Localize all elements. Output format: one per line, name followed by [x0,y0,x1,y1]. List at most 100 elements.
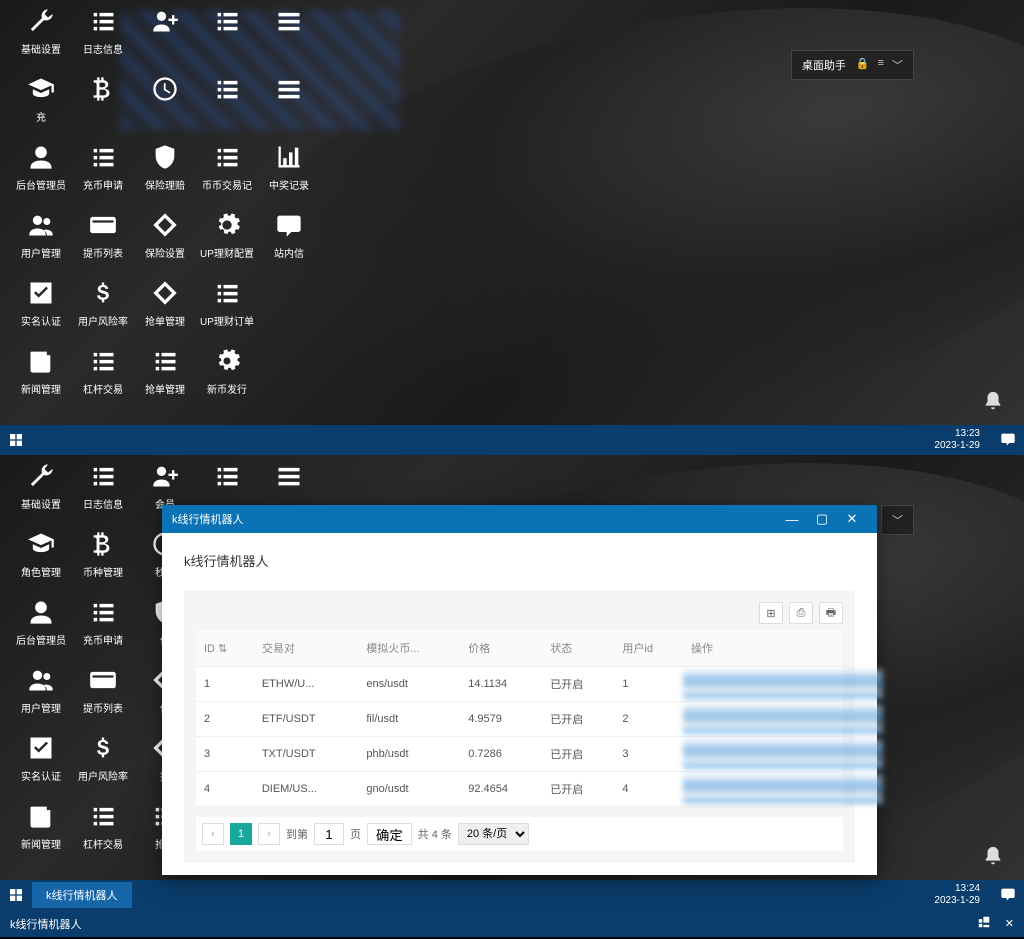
col-header[interactable]: 状态 [542,630,614,667]
desktop-icon-实名认证[interactable]: 实名认证 [10,732,72,796]
bell-icon[interactable] [982,390,1004,415]
desktop-icon-实名认证[interactable]: 实名认证 [10,277,72,341]
desktop-icon-2[interactable] [134,5,196,69]
maximize-button[interactable]: ▢ [807,511,837,527]
row-actions[interactable] [683,702,843,737]
desktop-icon-抢单管理[interactable]: 抢单管理 [134,277,196,341]
desktop-icon-后台管理员[interactable]: 后台管理员 [10,141,72,205]
desktop-icon-保险设置[interactable]: 保险设置 [134,209,196,273]
pager-size-select[interactable]: 20 条/页 [458,823,529,845]
pager-goto-input[interactable] [314,823,344,845]
window-subbar: k线行情机器人 ✕ [0,910,1024,937]
pager-confirm[interactable]: 确定 [367,823,412,845]
col-header[interactable]: 用户id [614,630,683,667]
desktop-icon-6[interactable] [72,73,134,137]
start-button[interactable] [8,886,26,904]
menu-icon[interactable]: ≡ [878,57,884,73]
users-icon [25,664,57,696]
desktop-icon-充币申请[interactable]: 充币申请 [72,141,134,205]
desktop-icon-UP理财订单[interactable]: UP理财订单 [196,277,258,341]
toolbar-columns-button[interactable]: ⊞ [759,602,783,624]
desktop-icon-杠杆交易[interactable]: 杠杆交易 [72,345,134,409]
desktop-icon-新币发行[interactable]: 新币发行 [196,345,258,409]
chevron-down-icon[interactable]: ﹀ [892,57,903,73]
lock-icon[interactable]: 🔒 [856,57,870,73]
close-button[interactable]: ✕ [837,511,867,527]
desktop-icon-新闻管理[interactable]: 新闻管理 [10,345,72,409]
desktop-icon-提币列表[interactable]: 提币列表 [72,664,134,728]
toolbar-print-button[interactable]: 🖶 [819,602,843,624]
table-row: 3TXT/USDTphb/usdt0.7286已开启3 [196,737,843,772]
dollar-icon [87,732,119,764]
desktop-icon-3[interactable] [196,5,258,69]
minimize-button[interactable]: — [777,512,807,527]
desktop-icon-日志信息[interactable]: 日志信息 [72,5,134,69]
desktop-assist-widget-2[interactable]: ﹀ [881,505,914,535]
pager-prev[interactable]: ‹ [202,823,224,845]
desktop-icon-站内信[interactable]: 站内信 [258,209,320,273]
list-icon [211,141,243,173]
user-icon [25,596,57,628]
desktop-icon-充[interactable]: 充 [10,73,72,137]
start-button[interactable] [8,431,26,449]
desktop-icon-用户管理[interactable]: 用户管理 [10,664,72,728]
restore-icon[interactable] [977,915,991,932]
window-titlebar[interactable]: k线行情机器人 — ▢ ✕ [162,505,877,533]
desktop-icon-充币申请[interactable]: 充币申请 [72,596,134,660]
col-header[interactable]: ID ⇅ [196,630,254,667]
tray-chat-icon[interactable] [990,886,1016,905]
desktop-icon-用户管理[interactable]: 用户管理 [10,209,72,273]
diamond-icon [149,277,181,309]
list-icon [87,345,119,377]
chevron-down-icon[interactable]: ﹀ [892,512,903,528]
desktop-icon-UP理财配置[interactable]: UP理财配置 [196,209,258,273]
clock: 13:232023-1-29 [934,428,980,452]
desktop-icon-用户风险率[interactable]: 用户风险率 [72,277,134,341]
check-icon [25,277,57,309]
col-header[interactable]: 操作 [683,630,843,667]
col-header[interactable]: 交易对 [254,630,359,667]
chat-icon [273,209,305,241]
desktop-icon-用户风险率[interactable]: 用户风险率 [72,732,134,796]
row-actions[interactable] [683,667,843,702]
desktop-icon-基础设置[interactable]: 基础设置 [10,460,72,524]
row-actions[interactable] [683,772,843,807]
desktop-icon-基础设置[interactable]: 基础设置 [10,5,72,69]
list-icon [87,800,119,832]
desktop-icon-币币交易记[interactable]: 币币交易记 [196,141,258,205]
desktop-icon-抢单管理[interactable]: 抢单管理 [134,345,196,409]
desktop-icon-后台管理员[interactable]: 后台管理员 [10,596,72,660]
desktop-icon-保险理赔[interactable]: 保险理赔 [134,141,196,205]
col-header[interactable]: 价格 [460,630,542,667]
close-icon[interactable]: ✕ [1005,917,1014,930]
clock: 13:242023-1-29 [934,883,980,907]
pager-next[interactable]: › [258,823,280,845]
taskbar-app[interactable]: k线行情机器人 [32,882,132,908]
btc-icon [87,528,119,560]
desktop-icon-杠杆交易[interactable]: 杠杆交易 [72,800,134,864]
desktop-icon-9[interactable] [258,73,320,137]
table-row: 4DIEM/US...gno/usdt92.4654已开启4 [196,772,843,807]
desktop-icon-7[interactable] [134,73,196,137]
window-title: k线行情机器人 [172,511,244,527]
users-plus-icon [149,460,181,492]
desktop-icon-日志信息[interactable]: 日志信息 [72,460,134,524]
desktop-icon-提币列表[interactable]: 提币列表 [72,209,134,273]
desktop-icon-角色管理[interactable]: 角色管理 [10,528,72,592]
desktop-icon-8[interactable] [196,73,258,137]
row-actions[interactable] [683,737,843,772]
col-header[interactable]: 模拟火币... [358,630,460,667]
desktop-icon-新闻管理[interactable]: 新闻管理 [10,800,72,864]
desktop-icon-中奖记录[interactable]: 中奖记录 [258,141,320,205]
clock-icon [149,73,181,105]
desktop-icon-币种管理[interactable]: 币种管理 [72,528,134,592]
desktop-icon-4[interactable] [258,5,320,69]
bell-icon[interactable] [982,845,1004,870]
toolbar-export-button[interactable]: ⎙ [789,602,813,624]
desktop-assist-widget[interactable]: 桌面助手 🔒 ≡ ﹀ [791,50,914,80]
pager-page-1[interactable]: 1 [230,823,252,845]
btc-icon [87,73,119,105]
assist-label: 桌面助手 [802,57,846,73]
tray-chat-icon[interactable] [990,431,1016,450]
list-icon [211,460,243,492]
